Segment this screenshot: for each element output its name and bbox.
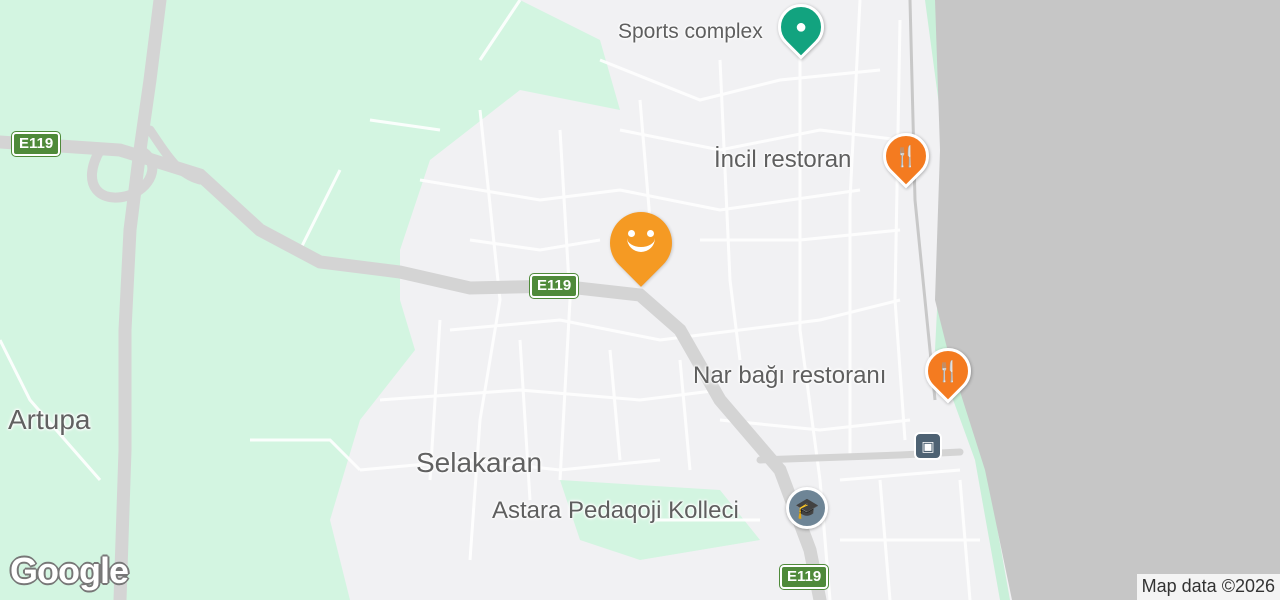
place-label-artupa: Artupa (8, 404, 91, 435)
poi-label-nar-bagi-restorani[interactable]: Nar bağı restoranı (693, 362, 886, 390)
poi-label-astara-pedaqoji-kolleci[interactable]: Astara Pedaqoji Kolleci (492, 497, 739, 525)
route-shield-e119: E119 (528, 273, 580, 299)
poi-label-incil-restoran[interactable]: İncil restoran (714, 146, 851, 174)
map-attribution[interactable]: Map data ©2026 (1136, 574, 1280, 600)
route-shield-e119: E119 (10, 131, 62, 157)
place-label-selakaran: Selakaran (416, 447, 543, 478)
smiley-icon[interactable] (597, 199, 685, 287)
poi-label-sports-complex[interactable]: Sports complex (618, 20, 763, 44)
google-logo: Google (10, 550, 129, 591)
school-icon[interactable]: 🎓 (786, 487, 828, 529)
bus-icon[interactable]: ▣ (914, 432, 942, 460)
route-shield-e119: E119 (778, 564, 830, 590)
